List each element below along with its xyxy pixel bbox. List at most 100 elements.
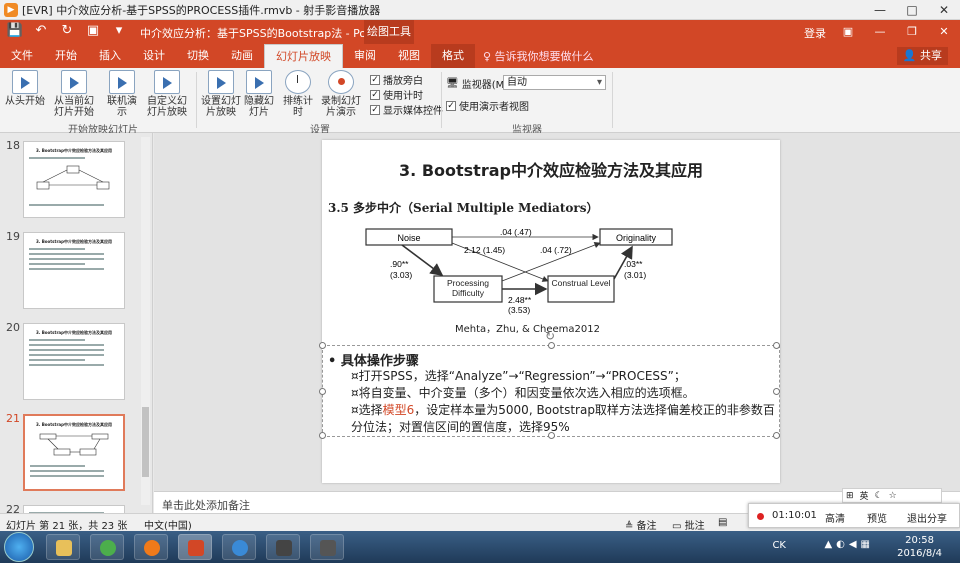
ime-indicator[interactable]: CK [772, 540, 786, 551]
mediation-diagram[interactable]: Noise Originality Processing Difficulty … [362, 225, 682, 317]
redo-icon[interactable]: ↻ [58, 23, 76, 38]
tab-animations[interactable]: 动画 [220, 44, 264, 68]
custom-slideshow-button[interactable]: 自定义幻灯片放映 [144, 70, 190, 118]
selected-textbox[interactable]: • 具体操作步骤 ¤打开SPSS，选择“Analyze”→“Regression… [319, 342, 780, 439]
checkbox-checked-icon: ✓ [446, 100, 456, 111]
hide-slide-icon [246, 70, 272, 94]
tab-view[interactable]: 视图 [387, 44, 431, 68]
tab-design[interactable]: 设计 [132, 44, 176, 68]
start-slideshow-icon[interactable]: ▣ [84, 23, 102, 38]
clock[interactable]: 20:58 2016/8/4 [897, 534, 942, 560]
setup-slideshow-icon [208, 70, 234, 94]
ime-punct-icon[interactable]: ☾ [875, 491, 883, 501]
taskbar-explorer[interactable] [46, 534, 80, 560]
tab-slideshow[interactable]: 幻灯片放映 [264, 44, 343, 68]
monitor-select[interactable]: 自动 [503, 75, 606, 90]
ppt-close-button[interactable]: ✕ [928, 20, 960, 44]
show-media-controls-checkbox[interactable]: ✓ 显示媒体控件 [370, 102, 443, 117]
ppt-restore-button[interactable]: ❐ [896, 20, 928, 44]
thumb-number: 21 [6, 412, 20, 425]
slide-thumbnail-20[interactable]: 3. Bootstrap中介效应检验方法及其应用 [23, 323, 125, 400]
slide-thumbnail-19[interactable]: 3. Bootstrap中介效应检验方法及其应用 [23, 232, 125, 309]
player-window-title: [EVR] 中介效应分析-基于SPSS的PROCESS插件.rmvb - 射手影… [22, 3, 381, 17]
resize-handle[interactable] [773, 388, 780, 395]
node-processing-label-wrap: Processing Difficulty [446, 278, 490, 298]
presenter-view-checkbox[interactable]: ✓ 使用演示者视图 [446, 98, 529, 113]
from-current-button[interactable]: 从当前幻灯片开始 [50, 70, 98, 118]
ime-settings-icon[interactable]: ☆ [889, 491, 897, 501]
thumbnail-scrollbar[interactable] [141, 137, 150, 505]
resize-handle[interactable] [319, 388, 326, 395]
undo-icon[interactable]: ↶ [32, 23, 50, 38]
preview-button[interactable]: 预览 [867, 510, 887, 525]
recording-time: 01:10:01 [772, 510, 817, 521]
slide-thumbnail-18[interactable]: 3. Bootstrap中介效应检验方法及其应用 [23, 141, 125, 218]
taskbar-app-chip[interactable] [266, 534, 300, 560]
tab-file[interactable]: 文件 [0, 44, 44, 68]
player-maximize-button[interactable]: □ [896, 0, 928, 20]
resize-handle[interactable] [319, 342, 326, 349]
hd-button[interactable]: 高清 [825, 510, 845, 525]
current-slide[interactable]: 3. Bootstrap中介效应检验方法及其应用 3.5 多步中介（Serial… [319, 140, 780, 483]
player-minimize-button[interactable]: — [864, 0, 896, 20]
resize-handle[interactable] [773, 342, 780, 349]
ppt-minimize-button[interactable]: — [864, 20, 896, 44]
taskbar-player[interactable] [310, 534, 344, 560]
resize-handle[interactable] [548, 432, 555, 439]
taskbar-sogou[interactable] [134, 534, 168, 560]
slide-subtitle[interactable]: 3.5 多步中介（Serial Multiple Mediators） [328, 199, 598, 216]
login-link[interactable]: 登录 [804, 25, 826, 41]
slide-thumbnail-21[interactable]: 3. Bootstrap中介效应检验方法及其应用 [23, 414, 125, 491]
chip-icon [276, 540, 292, 556]
rotate-handle-icon[interactable]: ↻ [545, 329, 555, 343]
ime-toolbar[interactable]: ⊞ 英 ☾ ☆ [842, 488, 942, 503]
notes-toggle-button[interactable]: ≜ 备注 [625, 517, 657, 532]
thumb-line [29, 268, 105, 270]
taskbar-browser[interactable] [90, 534, 124, 560]
resize-handle[interactable] [319, 432, 326, 439]
windows-taskbar: CK ▲◐◀▦ 20:58 2016/8/4 [0, 531, 960, 563]
tab-insert[interactable]: 插入 [88, 44, 132, 68]
setup-slideshow-button[interactable]: 设置幻灯片放映 [200, 70, 242, 118]
checkbox-checked-icon: ✓ [370, 74, 380, 85]
thumb-line [30, 475, 104, 477]
ime-mode-icon[interactable]: ⊞ [846, 491, 854, 501]
clock-time: 20:58 [905, 535, 934, 546]
play-narrations-checkbox[interactable]: ✓ 播放旁白 [370, 72, 423, 87]
language-indicator[interactable]: 中文(中国) [144, 517, 192, 532]
ime-lang-toggle[interactable]: 英 [860, 489, 869, 502]
tab-format[interactable]: 格式 [431, 44, 475, 68]
ribbon-tabs: 文件 开始 插入 设计 切换 动画 幻灯片放映 审阅 视图 格式 ♀ 告诉我你想… [0, 44, 960, 68]
present-online-button[interactable]: 联机演示 [103, 70, 141, 118]
taskbar-app-circle[interactable] [222, 534, 256, 560]
rehearse-timings-button[interactable]: 排练计时 [280, 70, 316, 118]
qat-customize-icon[interactable]: ▾ [110, 23, 128, 38]
player-close-button[interactable]: ✕ [928, 0, 960, 20]
normal-view-icon[interactable]: ▤ [718, 517, 727, 528]
tab-home[interactable]: 开始 [44, 44, 88, 68]
tab-transitions[interactable]: 切换 [176, 44, 220, 68]
citation[interactable]: Mehta，Zhu, & Cheema2012 [455, 320, 600, 335]
taskbar-powerpoint[interactable] [178, 534, 212, 560]
resize-handle[interactable] [773, 432, 780, 439]
tell-me-search[interactable]: ♀ 告诉我你想要做什么 [483, 48, 594, 64]
use-timings-checkbox[interactable]: ✓ 使用计时 [370, 87, 423, 102]
from-beginning-button[interactable]: 从头开始 [5, 70, 45, 107]
resize-handle[interactable] [548, 342, 555, 349]
node-construal-label: Construal Level [551, 278, 611, 288]
ribbon-display-options-button[interactable]: ▣ [832, 20, 864, 44]
slide-title[interactable]: 3. Bootstrap中介效应检验方法及其应用 [322, 157, 780, 181]
tab-review[interactable]: 审阅 [343, 44, 387, 68]
node-processing-label: Processing Difficulty [446, 278, 490, 298]
share-button[interactable]: 👤 共享 [896, 47, 948, 65]
thumb-title: 3. Bootstrap中介效应检验方法及其应用 [36, 148, 112, 153]
slide-thumbnail-22[interactable] [23, 505, 125, 513]
start-button[interactable] [4, 532, 34, 562]
scrollbar-thumb[interactable] [142, 407, 149, 477]
record-slideshow-button[interactable]: 录制幻灯片演示 [318, 70, 364, 118]
hide-slide-button[interactable]: 隐藏幻灯片 [244, 70, 274, 118]
comments-toggle-button[interactable]: ▭ 批注 [672, 517, 705, 532]
exit-share-button[interactable]: 退出分享 [907, 510, 947, 525]
tray-icons[interactable]: ▲◐◀▦ [824, 539, 874, 550]
save-icon[interactable]: 💾 [6, 23, 24, 38]
